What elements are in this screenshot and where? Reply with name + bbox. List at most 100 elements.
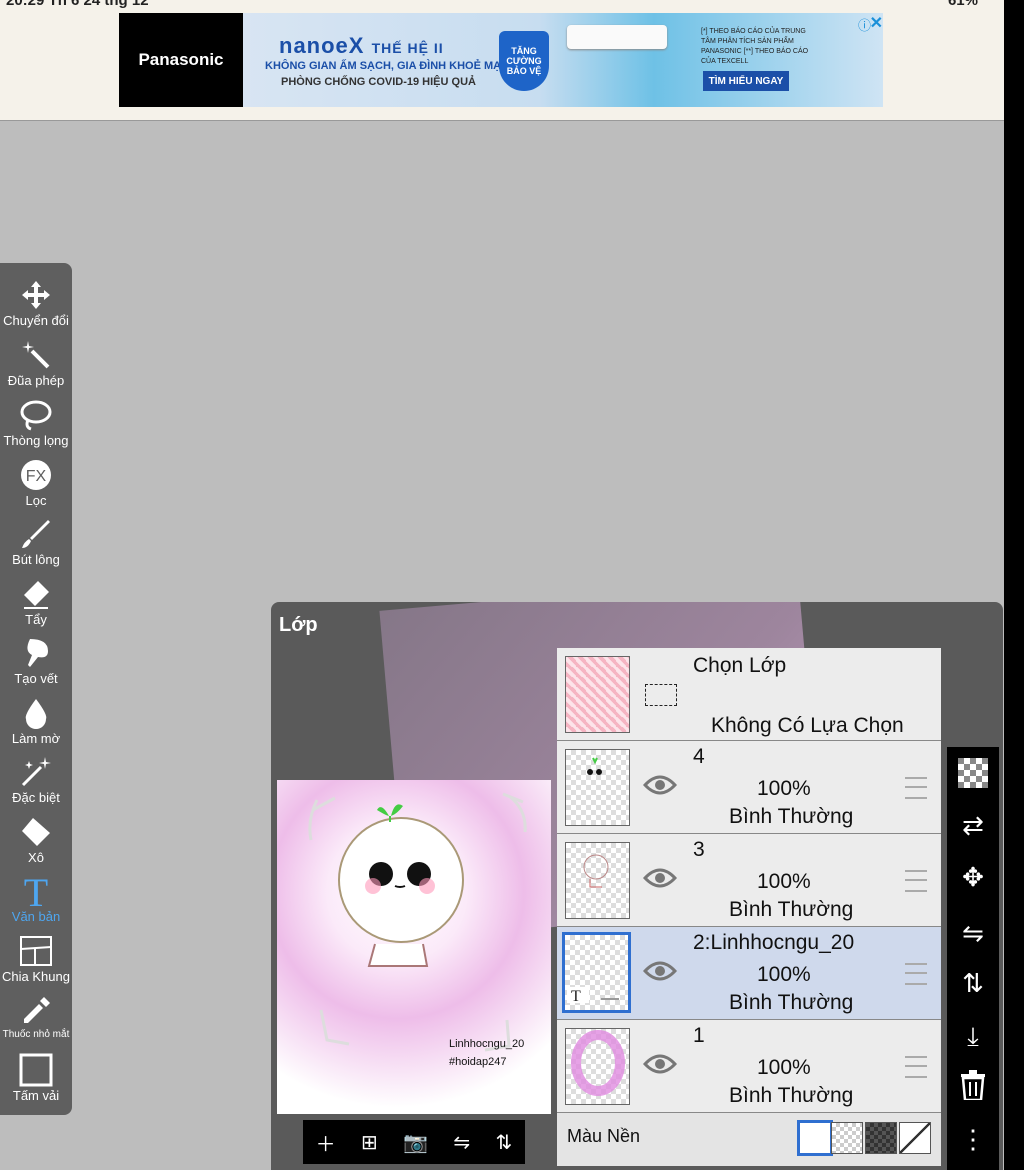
tool-sidebar: Chuyển đổi Đũa phép Thòng lọng FX Lọc Bú… (0, 263, 72, 1115)
tool-label: Tạo vết (14, 671, 58, 686)
tool-label: Đặc biệt (12, 790, 60, 805)
layer-action-bar: ＋ ⊞ 📷 ⇋ ⇅ (303, 1120, 525, 1164)
tool-blur[interactable]: Làm mờ (0, 695, 72, 753)
trash-icon[interactable] (947, 1063, 999, 1107)
swatch-checker-dark[interactable] (865, 1122, 897, 1154)
tool-label: Làm mờ (11, 731, 61, 746)
layer-row[interactable]: 4 100% Bình Thường (557, 741, 941, 834)
layer-thumbnail (565, 1028, 630, 1105)
layers-list: Chọn Lớp Không Có Lựa Chọn 4 100% Bình T… (557, 648, 941, 1166)
tool-label: Chia Khung (2, 969, 70, 984)
ad-cta-button[interactable]: TÌM HIỂU NGAY (703, 71, 789, 91)
tool-transform[interactable]: Chuyển đổi (0, 277, 72, 335)
flip-h-icon[interactable]: ⇋ (947, 911, 999, 955)
more-icon[interactable]: ⋮ (947, 1117, 999, 1161)
drag-handle-icon[interactable] (905, 1056, 927, 1078)
air-conditioner-image (567, 25, 667, 49)
camera-icon[interactable]: 📷 (403, 1130, 428, 1155)
layer-name: 3 (693, 838, 705, 861)
tool-magic-wand[interactable]: Đũa phép (0, 337, 72, 395)
frame-divider-icon (20, 936, 52, 966)
layer-row[interactable]: 1 100% Bình Thường (557, 1020, 941, 1113)
tool-eyedropper[interactable]: Thuốc nhỏ mắt (0, 993, 72, 1051)
layer-transfer-icon[interactable]: ⇄ (947, 803, 999, 847)
selection-thumbnail (565, 656, 630, 733)
background-color-label: Màu Nền (567, 1126, 641, 1146)
tool-lasso[interactable]: Thòng lọng (0, 397, 72, 455)
ad-title-suffix: THẾ HỆ II (371, 40, 444, 56)
drag-handle-icon[interactable] (905, 870, 927, 892)
add-layer-box-icon[interactable]: ⊞ (361, 1130, 378, 1155)
visibility-eye-icon[interactable] (643, 1052, 677, 1076)
canvas-icon (19, 1053, 53, 1087)
tool-bucket[interactable]: Xô (0, 814, 72, 872)
layer-opacity: 100% (757, 870, 811, 893)
drag-handle-icon[interactable] (905, 777, 927, 799)
add-layer-icon[interactable]: ＋ (316, 1128, 336, 1157)
swatch-none[interactable] (899, 1122, 931, 1154)
visibility-eye-icon[interactable] (643, 959, 677, 983)
move-layer-icon[interactable]: ✥ (947, 855, 999, 899)
layer-opacity: 100% (757, 777, 811, 800)
layer-name: 1 (693, 1024, 705, 1047)
selection-title: Chọn Lớp (693, 654, 787, 677)
tool-filter[interactable]: FX Lọc (0, 457, 72, 515)
ad-close-icon[interactable]: ✕ (870, 13, 883, 33)
ad-title-main: nanoeX (279, 33, 365, 58)
tool-brush[interactable]: Bút lông (0, 516, 72, 574)
tool-label: Bút lông (12, 552, 60, 567)
layer-thumbnail (565, 842, 630, 919)
swatch-checker-light[interactable] (831, 1122, 863, 1154)
visibility-eye-icon[interactable] (643, 866, 677, 890)
layer-tools-bar: ⇄ ✥ ⇋ ⇅ ⤓ ⋮ (947, 747, 999, 1170)
eraser-icon (24, 581, 49, 609)
selection-marquee-icon (645, 684, 677, 706)
brush-icon (22, 520, 50, 548)
status-bar: 20:29 Th 6 24 thg 12 61% Panasonic nanoe… (0, 0, 1004, 121)
character-illustration (308, 792, 527, 1052)
screen-edge (1004, 0, 1024, 1170)
flip-vertical-icon[interactable]: ⇅ (496, 1130, 513, 1155)
svg-text:T: T (24, 872, 48, 910)
text-layer-thumbnail-icon: T (567, 987, 619, 1005)
visibility-eye-icon[interactable] (643, 773, 677, 797)
tool-label: Xô (28, 850, 44, 865)
layer-name: 2:Linhhocngu_20 (693, 931, 855, 954)
drag-handle-icon[interactable] (905, 963, 927, 985)
tool-special[interactable]: Đặc biệt (0, 754, 72, 812)
svg-text:FX: FX (26, 468, 47, 485)
layer-row-selected[interactable]: T 2:Linhhocngu_20 100% Bình Thường (557, 927, 941, 1020)
preview-hashtag: #hoidap247 (449, 1056, 507, 1068)
flip-v-icon[interactable]: ⇅ (947, 961, 999, 1005)
lasso-icon (20, 400, 52, 431)
move-icon (22, 281, 50, 309)
tool-label: Tẩy (25, 612, 47, 627)
flip-horizontal-icon[interactable]: ⇋ (453, 1130, 470, 1155)
tool-smudge[interactable]: Tạo vết (0, 635, 72, 693)
layer-opacity: 100% (757, 1056, 811, 1079)
layer-row[interactable]: 3 100% Bình Thường (557, 834, 941, 927)
merge-down-icon[interactable]: ⤓ (947, 1015, 999, 1059)
ad-banner[interactable]: Panasonic nanoeX THẾ HỆ II KHÔNG GIAN ẤM… (119, 13, 883, 107)
swatch-white[interactable] (797, 1120, 833, 1156)
tool-label: Lọc (25, 493, 47, 508)
layer-3-thumbnail-art (583, 854, 609, 888)
tool-eraser[interactable]: Tẩy (0, 576, 72, 634)
tool-canvas[interactable]: Tấm vải (0, 1052, 72, 1110)
layer-opacity: 100% (757, 963, 811, 986)
selection-layer-row[interactable]: Chọn Lớp Không Có Lựa Chọn (557, 648, 941, 741)
layer-name: 4 (693, 745, 705, 768)
layer-blend-mode: Bình Thường (729, 805, 854, 828)
transparency-icon[interactable] (947, 751, 999, 795)
status-time: 20:29 Th 6 24 thg 12 (6, 0, 149, 9)
tool-label: Chuyển đổi (3, 313, 69, 328)
ad-line-1: KHÔNG GIAN ẤM SẠCH, GIA ĐÌNH KHOẺ MẠNH (265, 60, 517, 72)
checker-grid-icon (958, 758, 988, 788)
text-icon: T (24, 872, 48, 910)
magic-wand-icon (22, 341, 50, 369)
tool-label: Văn bản (11, 909, 61, 924)
tool-frame-divider[interactable]: Chia Khung (0, 933, 72, 991)
ad-brand: Panasonic (119, 13, 243, 107)
layer-4-thumbnail-art (587, 757, 602, 775)
tool-text[interactable]: T Văn bản (0, 872, 72, 931)
